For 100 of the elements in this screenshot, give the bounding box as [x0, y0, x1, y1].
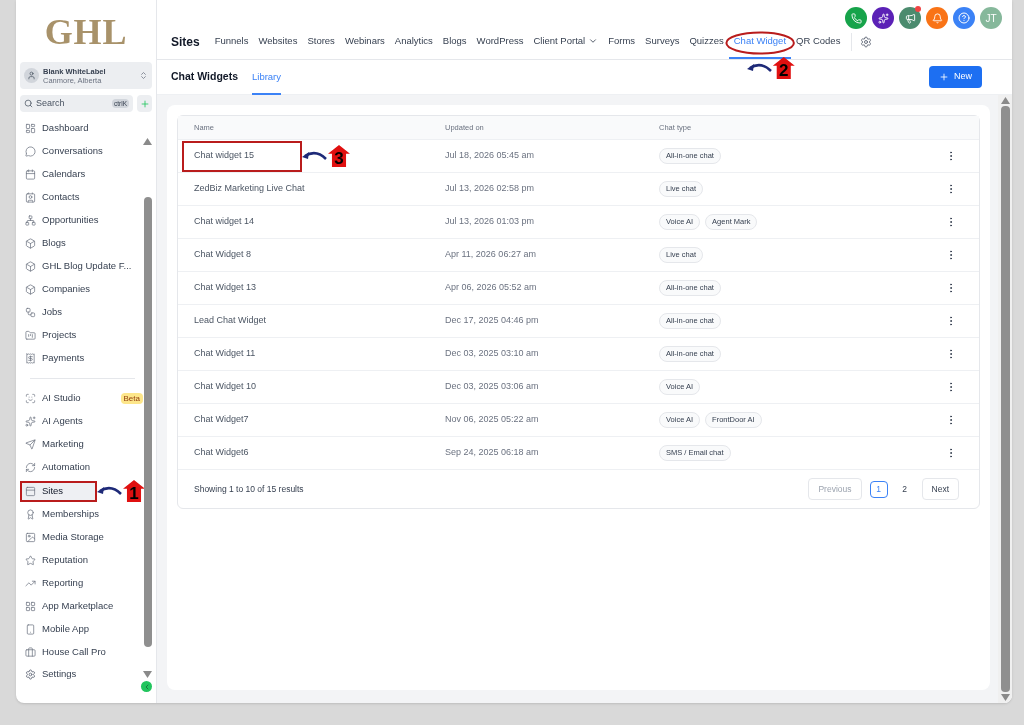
- browser-window-icon: [25, 485, 36, 497]
- sparkles-icon: [25, 416, 36, 427]
- updated-cell-text: Jul 13, 2026 01:03 pm: [445, 215, 536, 229]
- sidebar-item[interactable]: Blogs: [20, 233, 71, 254]
- settings-icon: [860, 36, 873, 48]
- nav-tab[interactable]: Funnels: [209, 25, 254, 59]
- page-button[interactable]: 1: [869, 480, 888, 498]
- help-icon: [958, 12, 970, 24]
- star-icon: [25, 555, 36, 566]
- updated-cell-text: Sep 24, 2025 06:18 am: [445, 446, 540, 460]
- scroll-down-icon[interactable]: [1000, 694, 1010, 701]
- beta-badge: Beta: [120, 393, 143, 404]
- contact-card-icon: [25, 192, 36, 203]
- nav-tab[interactable]: Client Portal: [528, 25, 604, 59]
- nav-tab[interactable]: QR Codes: [791, 25, 846, 59]
- widget-name-cell[interactable]: Lead Chat Widget: [182, 314, 279, 328]
- scroll-up-icon[interactable]: [1000, 97, 1010, 104]
- chat-bubble-icon: [25, 146, 36, 157]
- avatar-icon: [24, 68, 39, 83]
- sidebar-item[interactable]: Mobile App: [20, 619, 94, 640]
- sidebar-item[interactable]: Dashboard: [20, 118, 94, 139]
- trend-icon: [25, 578, 36, 589]
- sidebar-item[interactable]: Automation: [20, 457, 96, 478]
- nav-tab[interactable]: Stores: [302, 25, 340, 59]
- widget-name-cell[interactable]: Chat Widget 8: [182, 248, 264, 262]
- workflow-icon: [25, 307, 36, 318]
- sidebar-item[interactable]: Memberships: [20, 504, 105, 525]
- nav-tab[interactable]: Analytics: [389, 25, 438, 59]
- widget-name-cell[interactable]: Chat Widget6: [182, 446, 261, 460]
- sidebar-item[interactable]: Companies: [20, 279, 96, 300]
- next-button[interactable]: Next: [921, 478, 959, 500]
- page-button[interactable]: 2: [895, 480, 914, 498]
- sidebar-item[interactable]: Payments: [20, 348, 90, 369]
- nav-tab[interactable]: WordPress: [471, 25, 529, 59]
- sidebar-item[interactable]: Media Storage: [20, 527, 109, 548]
- updated-cell-text: Jul 18, 2026 05:45 am: [445, 149, 536, 163]
- page-title: Chat Widgets: [171, 69, 238, 85]
- new-button[interactable]: New: [929, 66, 982, 88]
- sidebar-item[interactable]: AI Agents: [20, 411, 88, 432]
- dashboard-icon: [25, 123, 36, 134]
- search-icon: [24, 99, 33, 108]
- sidebar-item[interactable]: Conversations: [20, 141, 108, 162]
- sidebar-item[interactable]: House Call Pro: [20, 642, 111, 663]
- annotation-circle: [724, 31, 796, 55]
- briefcase-icon: [25, 647, 36, 658]
- nav-tab[interactable]: Blogs: [437, 25, 472, 59]
- nav-tab[interactable]: Webinars: [339, 25, 390, 59]
- updated-cell-text: Apr 06, 2026 05:52 am: [445, 281, 538, 295]
- settings-icon: [25, 668, 36, 680]
- receipt-icon: [25, 353, 36, 364]
- phone-icon: [850, 12, 862, 24]
- sidebar-item[interactable]: Projects: [20, 325, 82, 346]
- widget-name-cell[interactable]: Chat widget 14: [182, 215, 267, 229]
- box-icon: [25, 238, 36, 249]
- updated-cell-text: Nov 06, 2025 05:22 am: [445, 413, 540, 427]
- image-icon: [25, 532, 36, 543]
- sidebar-item[interactable]: GHL Blog Update F...: [20, 256, 137, 277]
- scroll-down-icon[interactable]: [143, 671, 152, 678]
- updated-cell-text: Jul 13, 2026 02:58 pm: [445, 182, 536, 196]
- sidebar-item[interactable]: Opportunities: [20, 210, 104, 231]
- widget-name-cell[interactable]: Chat Widget 11: [182, 347, 268, 361]
- widget-name-cell[interactable]: Chat Widget 13: [182, 281, 269, 295]
- widget-name-cell[interactable]: ZedBiz Marketing Live Chat: [182, 182, 317, 196]
- calendar-icon: [25, 169, 36, 180]
- sidebar-item[interactable]: Sites: [20, 480, 97, 502]
- refresh-icon: [25, 462, 36, 473]
- header-button[interactable]: [899, 7, 921, 29]
- network-icon: [25, 215, 36, 226]
- bell-icon: [931, 12, 943, 24]
- scrollbar-thumb[interactable]: [143, 197, 152, 647]
- folder-icon: [25, 330, 36, 341]
- sidebar-item[interactable]: AI Studio: [20, 388, 86, 409]
- scroll-up-icon[interactable]: [143, 138, 152, 145]
- scrollbar-thumb[interactable]: [1000, 106, 1010, 692]
- nav-tab[interactable]: Quizzes: [684, 25, 729, 59]
- sidebar-item[interactable]: Marketing: [20, 434, 89, 455]
- plus-icon: [939, 72, 949, 82]
- chevron-updown-icon: [139, 71, 148, 80]
- sidebar-item[interactable]: Reporting: [20, 573, 89, 594]
- nav-tab[interactable]: Surveys: [640, 25, 685, 59]
- sidebar-item[interactable]: Jobs: [20, 302, 68, 323]
- sidebar-item[interactable]: Calendars: [20, 164, 91, 185]
- widget-name-cell[interactable]: Chat Widget7: [182, 413, 261, 427]
- sidebar-item[interactable]: Contacts: [20, 187, 85, 208]
- sidebar-item[interactable]: Reputation: [20, 550, 93, 571]
- sidebar-item[interactable]: App Marketplace: [20, 596, 119, 617]
- nav-tab[interactable]: Websites: [253, 25, 303, 59]
- widget-name-cell[interactable]: Chat widget 15: [182, 140, 302, 172]
- brand-logo: GHL: [44, 11, 128, 54]
- header-button[interactable]: [872, 7, 894, 29]
- widget-name-cell[interactable]: Chat Widget 10: [182, 380, 269, 394]
- megaphone-icon: [904, 12, 916, 24]
- grid-icon: [25, 601, 36, 612]
- settings-item[interactable]: Settings: [20, 665, 145, 683]
- collapse-button[interactable]: [141, 681, 152, 692]
- mobile-phone-icon: [25, 624, 36, 635]
- box-icon: [25, 284, 36, 295]
- search-input[interactable]: Search: [36, 96, 96, 111]
- nav-tab[interactable]: Forms: [603, 25, 641, 59]
- updated-cell-text: Apr 11, 2026 06:27 am: [445, 248, 537, 262]
